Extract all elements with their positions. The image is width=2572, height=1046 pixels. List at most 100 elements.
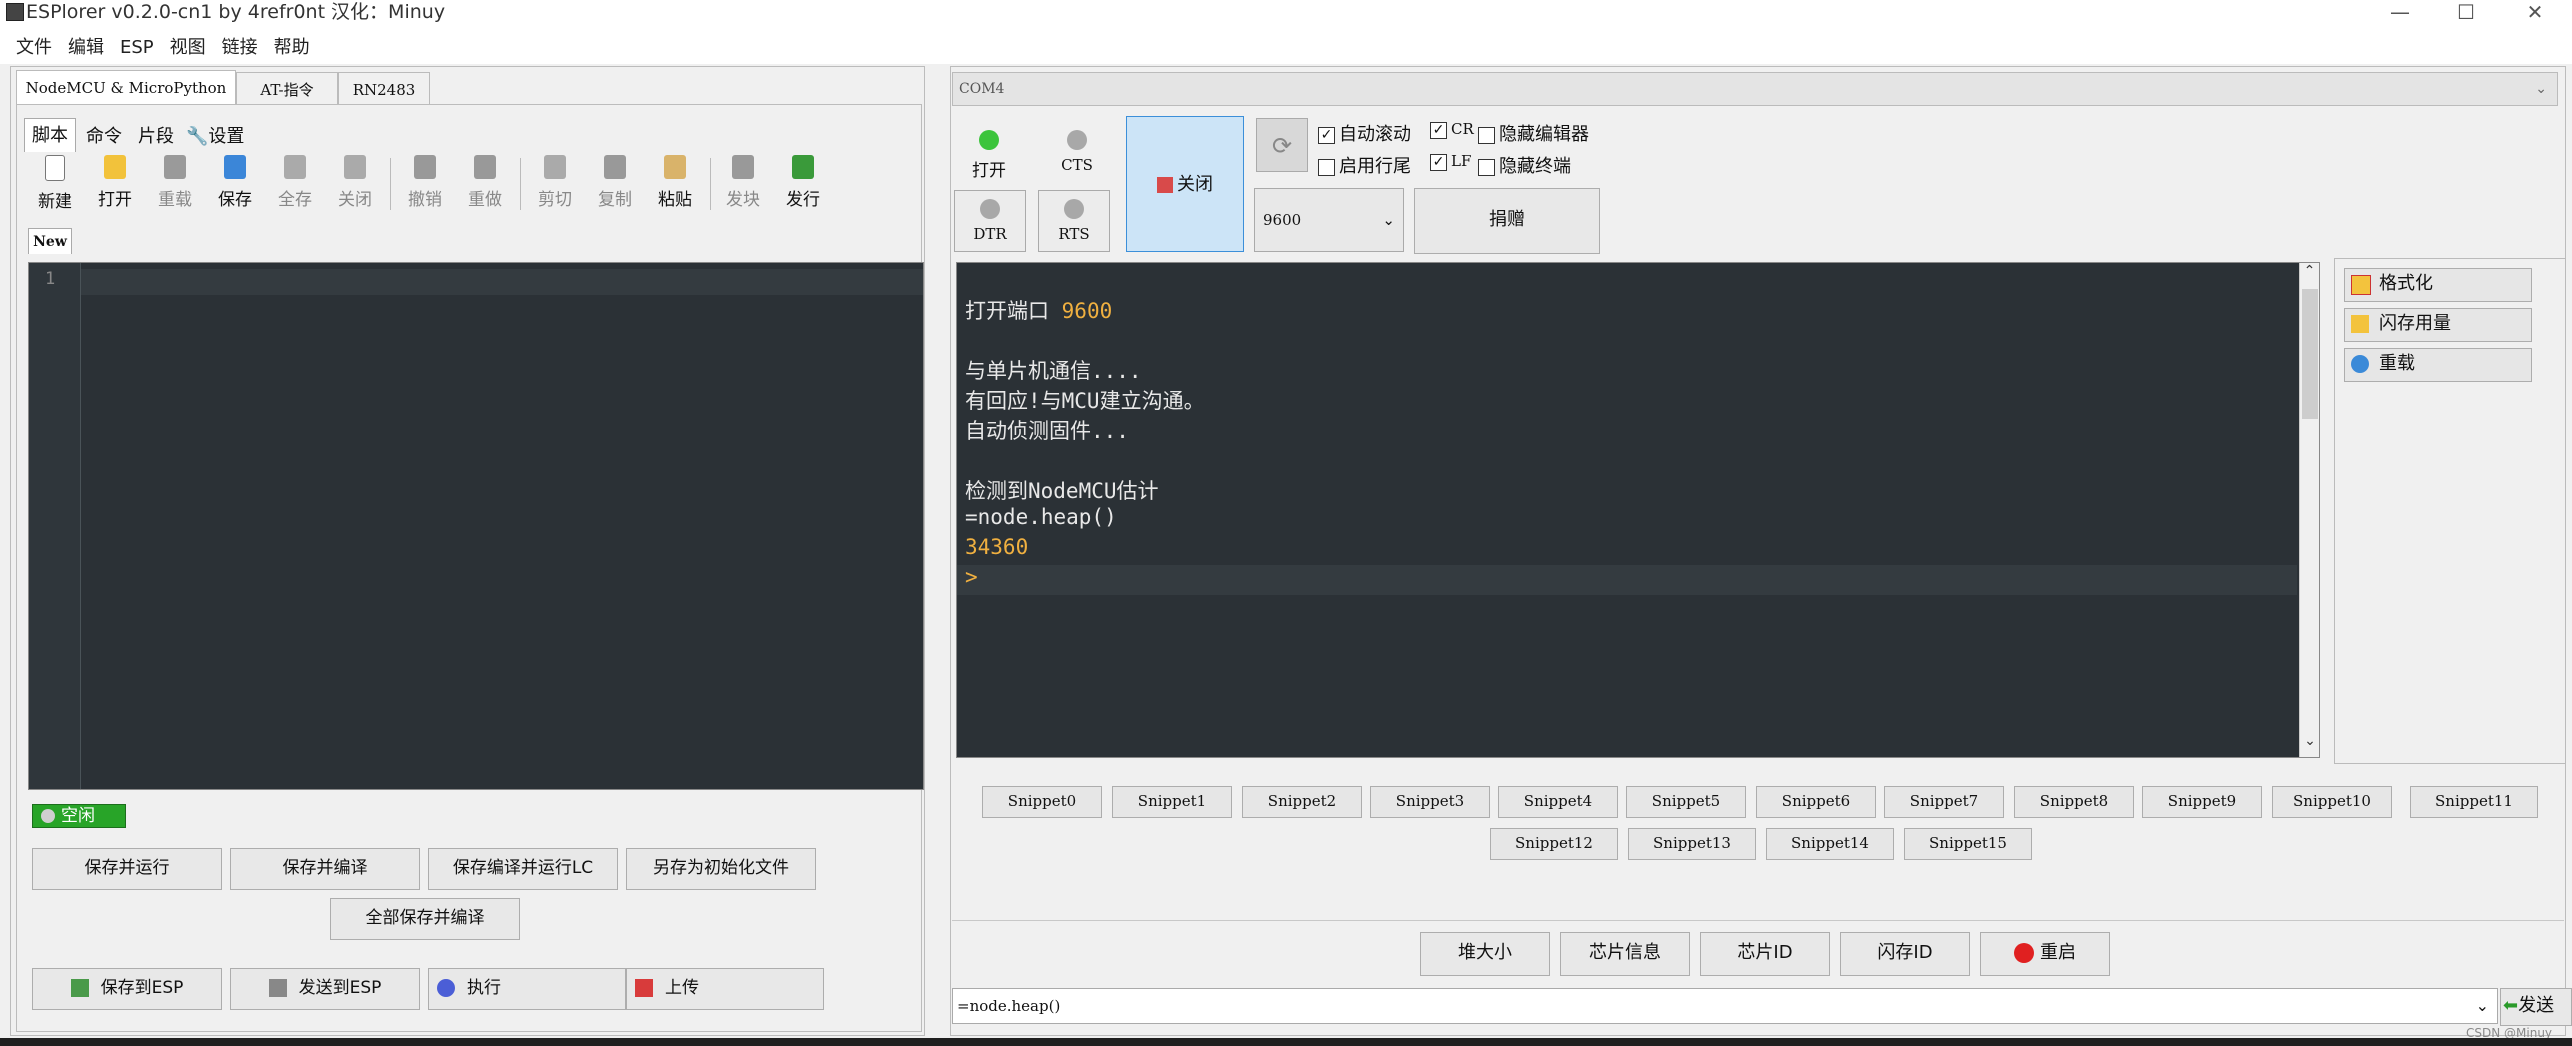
auto-scroll-checkbox[interactable]: ✓ 自动滚动 <box>1318 120 1411 146</box>
snippet-button[interactable]: Snippet8 <box>2014 786 2134 818</box>
snippet-button[interactable]: Snippet5 <box>1626 786 1746 818</box>
send-line-button[interactable]: 发行 <box>776 155 830 215</box>
chip-info-button[interactable]: 芯片信息 <box>1560 932 1690 976</box>
maximize-button[interactable]: ☐ <box>2436 0 2496 24</box>
scroll-up-icon[interactable]: ⌃ <box>2300 263 2319 279</box>
chip-id-button[interactable]: 芯片ID <box>1700 932 1830 976</box>
save-as-init-button[interactable]: 另存为初始化文件 <box>626 848 816 890</box>
save-compile-run-lc-button[interactable]: 保存编译并运行LC <box>428 848 618 890</box>
save-all-button[interactable]: 全存 <box>268 155 322 215</box>
snippet-button[interactable]: Snippet6 <box>1756 786 1876 818</box>
arrow-left-icon: ⬅ <box>2503 995 2519 1016</box>
upload-button[interactable]: 上传 <box>626 968 824 1010</box>
tab-rn2483[interactable]: RN2483 <box>338 72 430 107</box>
menu-view[interactable]: 视图 <box>170 32 206 64</box>
port-select[interactable]: COM4 ⌄ <box>952 72 2558 106</box>
execute-button[interactable]: 执行 <box>428 968 626 1010</box>
menu-link[interactable]: 链接 <box>222 32 258 64</box>
menu-file[interactable]: 文件 <box>16 32 52 64</box>
copy-button[interactable]: 复制 <box>588 155 642 215</box>
line-end-checkbox[interactable]: 启用行尾 <box>1318 152 1411 178</box>
snippet-button[interactable]: Snippet1 <box>1112 786 1232 818</box>
hide-editor-checkbox[interactable]: 隐藏编辑器 <box>1478 120 1589 146</box>
scroll-down-icon[interactable]: ⌄ <box>2300 733 2319 749</box>
restart-button[interactable]: 重启 <box>1980 932 2110 976</box>
terminal-line: 打开端口 9600 <box>965 299 1113 323</box>
dtr-button[interactable]: DTR <box>954 190 1026 252</box>
send-to-esp-button[interactable]: 发送到ESP <box>230 968 420 1010</box>
heap-size-button[interactable]: 堆大小 <box>1420 932 1550 976</box>
cr-checkbox[interactable]: ✓ CR <box>1430 120 1474 139</box>
menu-esp[interactable]: ESP <box>120 32 154 64</box>
tab-snippets[interactable]: 片段 <box>132 120 180 152</box>
terminal-scrollbar[interactable]: ⌃ ⌄ <box>2299 263 2319 757</box>
status-text: 空闲 <box>61 806 95 826</box>
save-all-compile-button[interactable]: 全部保存并编译 <box>330 898 520 940</box>
menu-help[interactable]: 帮助 <box>274 32 310 64</box>
snippet-button[interactable]: Snippet0 <box>982 786 1102 818</box>
hide-terminal-checkbox[interactable]: 隐藏终端 <box>1478 152 1571 178</box>
reload-side-button[interactable]: 重载 <box>2344 348 2532 382</box>
tab-commands[interactable]: 命令 <box>80 120 128 152</box>
open-port-button[interactable]: 打开 <box>956 118 1022 188</box>
send-block-button[interactable]: 发块 <box>716 155 770 215</box>
save-compile-button[interactable]: 保存并编译 <box>230 848 420 890</box>
snippet-button[interactable]: Snippet15 <box>1904 828 2032 860</box>
send-to-esp-icon <box>268 979 287 997</box>
save-to-esp-button[interactable]: 保存到ESP <box>32 968 222 1010</box>
menu-bar: 文件 编辑 ESP 视图 链接 帮助 <box>0 32 2572 64</box>
tab-script[interactable]: 脚本 <box>24 118 76 152</box>
reload-button[interactable]: 重载 <box>148 155 202 215</box>
tab-settings[interactable]: 🔧设置 <box>186 120 262 152</box>
undo-button[interactable]: 撤销 <box>398 155 452 215</box>
minimize-button[interactable]: — <box>2370 0 2430 24</box>
close-port-button[interactable]: 关闭 <box>1126 116 1244 252</box>
reload-icon <box>164 155 186 179</box>
snippet-button[interactable]: Snippet7 <box>1884 786 2004 818</box>
snippet-button[interactable]: Snippet11 <box>2410 786 2538 818</box>
paste-button[interactable]: 粘贴 <box>648 155 702 215</box>
tab-nodemcu[interactable]: NodeMCU & MicroPython <box>16 70 236 105</box>
file-tab-new[interactable]: New <box>28 228 72 254</box>
refresh-icon[interactable]: ⟳ <box>1256 118 1308 172</box>
lf-checkbox[interactable]: ✓ LF <box>1430 152 1471 171</box>
code-editor[interactable]: 1 <box>28 262 924 790</box>
donate-button[interactable]: 捐赠 <box>1414 188 1600 254</box>
snippet-button[interactable]: Snippet3 <box>1370 786 1490 818</box>
redo-button[interactable]: 重做 <box>458 155 512 215</box>
baud-select[interactable]: 9600 ⌄ <box>1254 188 1404 252</box>
snippet-button[interactable]: Snippet12 <box>1490 828 1618 860</box>
flash-usage-button[interactable]: 闪存用量 <box>2344 308 2532 342</box>
unchecked-box-icon <box>1478 158 1495 176</box>
new-button[interactable]: 新建 <box>28 155 82 215</box>
send-block-icon <box>732 155 754 179</box>
format-button[interactable]: 格式化 <box>2344 268 2532 302</box>
snippet-button[interactable]: Snippet4 <box>1498 786 1618 818</box>
snippet-button[interactable]: Snippet2 <box>1242 786 1362 818</box>
led-gray-icon <box>1067 130 1087 150</box>
flash-icon <box>2351 315 2369 333</box>
close-window-button[interactable]: ✕ <box>2505 0 2565 24</box>
command-input[interactable]: =node.heap() ⌄ <box>952 988 2498 1024</box>
open-button[interactable]: 打开 <box>88 155 142 215</box>
cut-button[interactable]: 剪切 <box>528 155 582 215</box>
snippet-button[interactable]: Snippet14 <box>1766 828 1894 860</box>
flash-id-button[interactable]: 闪存ID <box>1840 932 1970 976</box>
rts-button[interactable]: RTS <box>1038 190 1110 252</box>
wrench-icon: 🔧 <box>186 126 209 147</box>
snippet-button[interactable]: Snippet10 <box>2272 786 2392 818</box>
led-gray-icon <box>980 199 1000 219</box>
tab-at-commands[interactable]: AT-指令 <box>236 72 338 107</box>
close-file-button[interactable]: 关闭 <box>328 155 382 215</box>
menu-edit[interactable]: 编辑 <box>68 32 104 64</box>
snippet-button[interactable]: Snippet9 <box>2142 786 2262 818</box>
scissors-icon <box>544 155 566 179</box>
snippet-button[interactable]: Snippet13 <box>1628 828 1756 860</box>
terminal-line: 检测到NodeMCU估计 <box>965 479 1159 503</box>
scroll-thumb[interactable] <box>2302 289 2318 419</box>
terminal-output[interactable]: 打开端口 9600 与单片机通信.... 有回应!与MCU建立沟通。 自动侦测固… <box>956 262 2320 758</box>
send-button[interactable]: ⬅发送 <box>2500 988 2572 1026</box>
save-run-button[interactable]: 保存并运行 <box>32 848 222 890</box>
save-button[interactable]: 保存 <box>208 155 262 215</box>
open-port-label: 打开 <box>972 161 1006 181</box>
